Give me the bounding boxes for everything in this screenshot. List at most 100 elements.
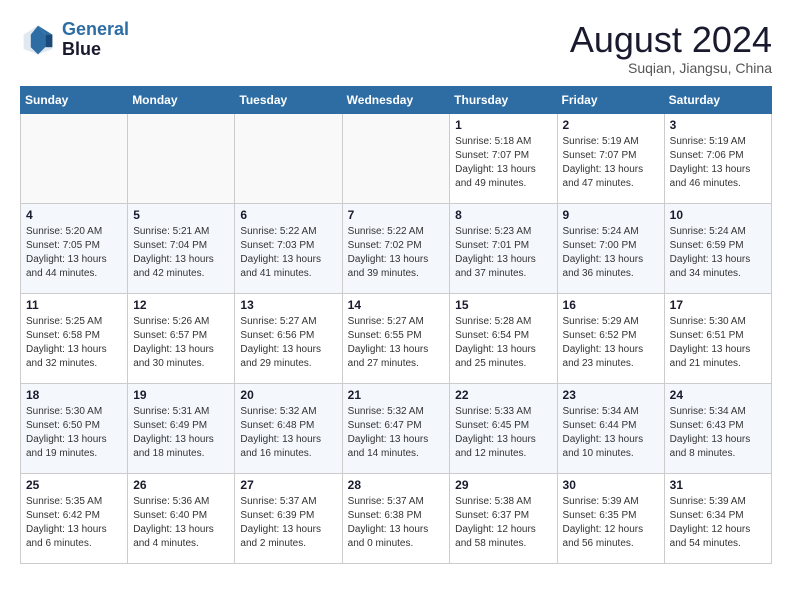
day-number: 3 (670, 118, 766, 132)
day-number: 24 (670, 388, 766, 402)
calendar-day-cell: 31 Sunrise: 5:39 AM Sunset: 6:34 PM Dayli… (664, 473, 771, 563)
day-info: Sunrise: 5:32 AM Sunset: 6:48 PM Dayligh… (240, 405, 336, 461)
month-title: August 2024 (570, 20, 772, 60)
day-number: 13 (240, 298, 336, 312)
calendar-week-row: 25Sunrise: 5:35 AM Sunset: 6:42 PM Dayli… (21, 473, 772, 563)
day-number: 26 (133, 478, 229, 492)
day-number: 15 (455, 298, 551, 312)
calendar-week-row: 18 Sunrise: 5:30 AM Sunset: 6:50 PM Dayli… (21, 383, 772, 473)
calendar-day-cell: 30 Sunrise: 5:39 AM Sunset: 6:35 PM Dayli… (557, 473, 664, 563)
day-of-week-header: Friday (557, 86, 664, 113)
day-number: 2 (563, 118, 659, 132)
calendar-day-cell: 1Sunrise: 5:18 AM Sunset: 7:07 PM Daylig… (450, 113, 557, 203)
day-info: Sunrise: 5:21 AM Sunset: 7:04 PM Dayligh… (133, 225, 229, 281)
day-info: Sunrise: 5:27 AM Sunset: 6:56 PM Dayligh… (240, 315, 336, 371)
day-of-week-header: Monday (128, 86, 235, 113)
day-number: 27 (240, 478, 336, 492)
day-info: Sunrise: 5:35 AM Sunset: 6:42 PM Dayligh… (26, 495, 122, 551)
day-number: 30 (563, 478, 659, 492)
calendar-day-cell: 20 Sunrise: 5:32 AM Sunset: 6:48 PM Dayli… (235, 383, 342, 473)
day-number: 22 (455, 388, 551, 402)
calendar-day-cell: 5 Sunrise: 5:21 AM Sunset: 7:04 PM Daylig… (128, 203, 235, 293)
calendar-day-cell: 29Sunrise: 5:38 AM Sunset: 6:37 PM Dayli… (450, 473, 557, 563)
day-info: Sunrise: 5:19 AM Sunset: 7:07 PM Dayligh… (563, 135, 659, 191)
day-info: Sunrise: 5:34 AM Sunset: 6:43 PM Dayligh… (670, 405, 766, 461)
title-block: August 2024 Suqian, Jiangsu, China (570, 20, 772, 76)
day-info: Sunrise: 5:22 AM Sunset: 7:02 PM Dayligh… (348, 225, 445, 281)
day-info: Sunrise: 5:37 AM Sunset: 6:38 PM Dayligh… (348, 495, 445, 551)
calendar-header-row: SundayMondayTuesdayWednesdayThursdayFrid… (21, 86, 772, 113)
logo-text: General Blue (62, 20, 129, 60)
day-info: Sunrise: 5:19 AM Sunset: 7:06 PM Dayligh… (670, 135, 766, 191)
day-of-week-header: Wednesday (342, 86, 450, 113)
day-number: 17 (670, 298, 766, 312)
calendar-day-cell: 18 Sunrise: 5:30 AM Sunset: 6:50 PM Dayli… (21, 383, 128, 473)
calendar-day-cell: 3 Sunrise: 5:19 AM Sunset: 7:06 PM Daylig… (664, 113, 771, 203)
day-number: 6 (240, 208, 336, 222)
calendar-day-cell (235, 113, 342, 203)
calendar-day-cell: 12Sunrise: 5:26 AM Sunset: 6:57 PM Dayli… (128, 293, 235, 383)
day-number: 9 (563, 208, 659, 222)
day-number: 31 (670, 478, 766, 492)
calendar-day-cell: 4Sunrise: 5:20 AM Sunset: 7:05 PM Daylig… (21, 203, 128, 293)
page-header: General Blue August 2024 Suqian, Jiangsu… (20, 20, 772, 76)
day-info: Sunrise: 5:25 AM Sunset: 6:58 PM Dayligh… (26, 315, 122, 371)
day-info: Sunrise: 5:24 AM Sunset: 6:59 PM Dayligh… (670, 225, 766, 281)
calendar-day-cell: 17 Sunrise: 5:30 AM Sunset: 6:51 PM Dayli… (664, 293, 771, 383)
day-number: 11 (26, 298, 122, 312)
day-info: Sunrise: 5:37 AM Sunset: 6:39 PM Dayligh… (240, 495, 336, 551)
calendar-day-cell: 13 Sunrise: 5:27 AM Sunset: 6:56 PM Dayli… (235, 293, 342, 383)
day-number: 5 (133, 208, 229, 222)
day-info: Sunrise: 5:27 AM Sunset: 6:55 PM Dayligh… (348, 315, 445, 371)
day-info: Sunrise: 5:39 AM Sunset: 6:35 PM Dayligh… (563, 495, 659, 551)
day-info: Sunrise: 5:33 AM Sunset: 6:45 PM Dayligh… (455, 405, 551, 461)
day-number: 20 (240, 388, 336, 402)
calendar-day-cell (128, 113, 235, 203)
day-info: Sunrise: 5:28 AM Sunset: 6:54 PM Dayligh… (455, 315, 551, 371)
day-info: Sunrise: 5:30 AM Sunset: 6:50 PM Dayligh… (26, 405, 122, 461)
calendar-day-cell: 9 Sunrise: 5:24 AM Sunset: 7:00 PM Daylig… (557, 203, 664, 293)
calendar-day-cell: 23Sunrise: 5:34 AM Sunset: 6:44 PM Dayli… (557, 383, 664, 473)
day-of-week-header: Sunday (21, 86, 128, 113)
day-number: 8 (455, 208, 551, 222)
calendar-day-cell: 10 Sunrise: 5:24 AM Sunset: 6:59 PM Dayli… (664, 203, 771, 293)
calendar-day-cell: 22 Sunrise: 5:33 AM Sunset: 6:45 PM Dayli… (450, 383, 557, 473)
calendar-day-cell: 11 Sunrise: 5:25 AM Sunset: 6:58 PM Dayli… (21, 293, 128, 383)
calendar-day-cell: 15 Sunrise: 5:28 AM Sunset: 6:54 PM Dayli… (450, 293, 557, 383)
day-info: Sunrise: 5:18 AM Sunset: 7:07 PM Dayligh… (455, 135, 551, 191)
day-number: 28 (348, 478, 445, 492)
day-info: Sunrise: 5:22 AM Sunset: 7:03 PM Dayligh… (240, 225, 336, 281)
day-number: 23 (563, 388, 659, 402)
day-info: Sunrise: 5:26 AM Sunset: 6:57 PM Dayligh… (133, 315, 229, 371)
calendar-week-row: 1Sunrise: 5:18 AM Sunset: 7:07 PM Daylig… (21, 113, 772, 203)
day-info: Sunrise: 5:24 AM Sunset: 7:00 PM Dayligh… (563, 225, 659, 281)
day-of-week-header: Tuesday (235, 86, 342, 113)
day-info: Sunrise: 5:30 AM Sunset: 6:51 PM Dayligh… (670, 315, 766, 371)
calendar-day-cell: 21Sunrise: 5:32 AM Sunset: 6:47 PM Dayli… (342, 383, 450, 473)
calendar-day-cell: 24 Sunrise: 5:34 AM Sunset: 6:43 PM Dayli… (664, 383, 771, 473)
calendar-day-cell: 7 Sunrise: 5:22 AM Sunset: 7:02 PM Daylig… (342, 203, 450, 293)
logo-line1: General (62, 19, 129, 39)
day-number: 4 (26, 208, 122, 222)
day-info: Sunrise: 5:36 AM Sunset: 6:40 PM Dayligh… (133, 495, 229, 551)
day-number: 18 (26, 388, 122, 402)
day-of-week-header: Thursday (450, 86, 557, 113)
day-number: 21 (348, 388, 445, 402)
day-number: 7 (348, 208, 445, 222)
calendar-week-row: 4Sunrise: 5:20 AM Sunset: 7:05 PM Daylig… (21, 203, 772, 293)
calendar-table: SundayMondayTuesdayWednesdayThursdayFrid… (20, 86, 772, 564)
calendar-day-cell (21, 113, 128, 203)
day-info: Sunrise: 5:31 AM Sunset: 6:49 PM Dayligh… (133, 405, 229, 461)
day-info: Sunrise: 5:29 AM Sunset: 6:52 PM Dayligh… (563, 315, 659, 371)
location: Suqian, Jiangsu, China (570, 60, 772, 76)
day-number: 16 (563, 298, 659, 312)
logo-line2: Blue (62, 40, 129, 60)
day-info: Sunrise: 5:39 AM Sunset: 6:34 PM Dayligh… (670, 495, 766, 551)
day-of-week-header: Saturday (664, 86, 771, 113)
calendar-day-cell (342, 113, 450, 203)
day-info: Sunrise: 5:23 AM Sunset: 7:01 PM Dayligh… (455, 225, 551, 281)
calendar-day-cell: 8 Sunrise: 5:23 AM Sunset: 7:01 PM Daylig… (450, 203, 557, 293)
day-info: Sunrise: 5:38 AM Sunset: 6:37 PM Dayligh… (455, 495, 551, 551)
calendar-week-row: 11 Sunrise: 5:25 AM Sunset: 6:58 PM Dayli… (21, 293, 772, 383)
day-number: 10 (670, 208, 766, 222)
